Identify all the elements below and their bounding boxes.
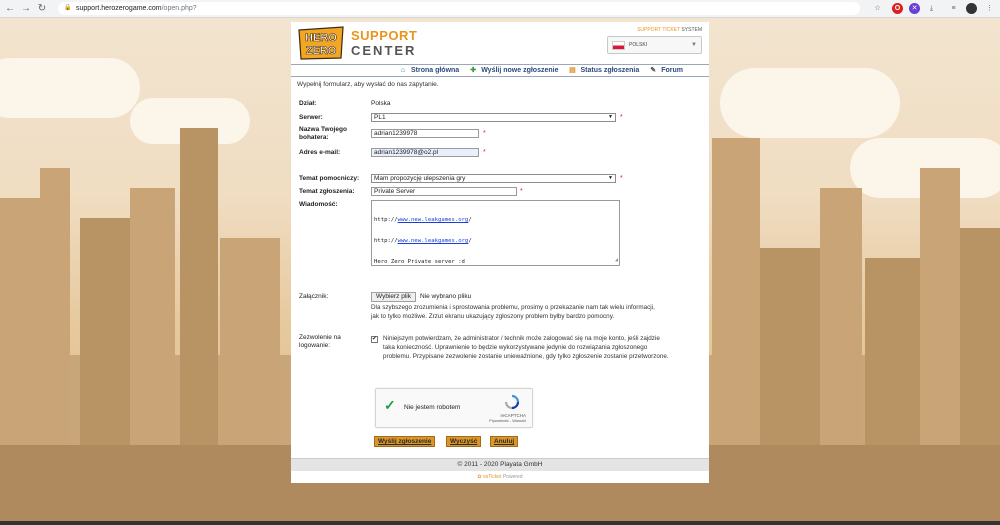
- taskbar-strip: [0, 521, 1000, 525]
- message-label: Wiadomość:: [299, 201, 338, 208]
- nav-new-ticket[interactable]: ✚ Wyślij nowe zgłoszenie: [469, 67, 558, 75]
- attachment-help-text: Dla szybszego zrozumienia i sprostowania…: [371, 304, 655, 320]
- language-label: POLSKI: [629, 42, 648, 48]
- form-intro-text: Wypełnij formularz, aby wysłać do nas za…: [297, 81, 439, 88]
- chevron-down-icon: ▼: [691, 42, 697, 48]
- required-mark: *: [620, 114, 623, 121]
- recaptcha-logo-icon: [504, 394, 520, 410]
- support-page: HERO ZERO SUPPORT CENTER SUPPORT TICKET …: [291, 22, 709, 483]
- nav-home[interactable]: ⌂ Strona główna: [399, 67, 459, 75]
- reading-list-icon[interactable]: ≡: [948, 3, 959, 14]
- department-value: Polska: [371, 100, 391, 107]
- forum-icon: ✎: [650, 66, 657, 74]
- required-mark: *: [520, 188, 523, 195]
- recaptcha-links[interactable]: Prywatność - Warunki: [489, 419, 526, 423]
- browser-toolbar: ← → ↻ 🔒 support.herozerogame.com/open.ph…: [0, 0, 1000, 18]
- subject-input[interactable]: Private Server: [371, 187, 517, 196]
- submit-ticket-button[interactable]: Wyślij zgłoszenie: [374, 436, 436, 447]
- message-line: http://www.new.leakgames.org/: [374, 238, 472, 244]
- help-topic-label: Temat pomocniczy:: [299, 175, 360, 182]
- reload-icon[interactable]: ↻: [36, 3, 48, 15]
- address-bar[interactable]: 🔒 support.herozerogame.com/open.php?: [58, 2, 860, 15]
- page-footer: © 2011 - 2020 Playata GmbH: [291, 458, 709, 471]
- nav-forum-label: Forum: [661, 67, 683, 74]
- recaptcha-widget[interactable]: ✓ Nie jestem robotem reCAPTCHA Prywatnoś…: [375, 388, 533, 428]
- poland-flag-icon: [612, 40, 625, 50]
- ticket-status-icon: ▤: [569, 66, 576, 74]
- email-input[interactable]: adrian1239978@o2.pl: [371, 148, 479, 157]
- svg-text:HERO: HERO: [305, 32, 337, 44]
- powered-by-osticket[interactable]: ✿ osTicket Powered: [291, 471, 709, 483]
- hero-name-input[interactable]: adrian1239978: [371, 129, 479, 138]
- choose-file-button[interactable]: Wybierz plik: [371, 292, 416, 302]
- support-heading: SUPPORT: [351, 28, 418, 43]
- help-topic-select-value: Mam propozycję ulepszenia gry: [374, 175, 466, 182]
- download-icon[interactable]: ⤓: [926, 3, 937, 14]
- recaptcha-brand: reCAPTCHA: [500, 413, 526, 418]
- star-icon[interactable]: ☆: [872, 3, 883, 14]
- server-select-value: PL1: [374, 114, 386, 121]
- menu-icon[interactable]: ⋮: [984, 3, 995, 14]
- new-ticket-icon: ✚: [470, 66, 477, 74]
- server-label: Serwer:: [299, 114, 323, 121]
- ticket-system-label: SUPPORT TICKET SYSTEM: [637, 27, 702, 33]
- help-topic-select[interactable]: Mam propozycję ulepszenia gry ▼: [371, 174, 616, 183]
- resize-handle-icon[interactable]: ◢: [615, 257, 618, 264]
- required-mark: *: [483, 130, 486, 137]
- permission-label: Zezwolenie na logowanie:: [299, 334, 341, 349]
- message-line: http://www.new.leakgames.org/: [374, 217, 472, 223]
- extension-icon[interactable]: ✕: [909, 3, 920, 14]
- center-heading: CENTER: [351, 43, 417, 58]
- attachment-label: Załącznik:: [299, 293, 329, 300]
- recaptcha-label: Nie jestem robotem: [404, 404, 461, 411]
- department-label: Dział:: [299, 100, 317, 107]
- lock-icon: 🔒: [64, 5, 72, 11]
- nav-forum[interactable]: ✎ Forum: [649, 67, 683, 75]
- file-chosen-text: Nie wybrano pliku: [420, 293, 472, 300]
- page-header: HERO ZERO SUPPORT CENTER SUPPORT TICKET …: [291, 22, 709, 64]
- opera-extension-icon[interactable]: O: [892, 3, 903, 14]
- server-select[interactable]: PL1 ▼: [371, 113, 616, 122]
- nav-new-ticket-label: Wyślij nowe zgłoszenie: [481, 67, 559, 74]
- url-text: support.herozerogame.com/open.php?: [76, 5, 197, 12]
- main-nav: ⌂ Strona główna ✚ Wyślij nowe zgłoszenie…: [291, 64, 709, 77]
- svg-text:ZERO: ZERO: [306, 45, 337, 57]
- hero-name-label: Nazwa Twojego bohatera:: [299, 126, 347, 141]
- message-textarea[interactable]: http://www.new.leakgames.org/ http://www…: [371, 200, 620, 266]
- nav-home-label: Strona główna: [410, 67, 460, 74]
- nav-status-label: Status zgłoszenia: [580, 67, 640, 74]
- message-line: Hero Zero Private server :d: [374, 259, 465, 265]
- email-label: Adres e-mail:: [299, 149, 341, 156]
- back-arrow-icon[interactable]: ←: [4, 3, 16, 15]
- permission-text: Niniejszym potwierdzam, że administrator…: [383, 335, 669, 360]
- forward-arrow-icon[interactable]: →: [20, 3, 32, 15]
- required-mark: *: [483, 149, 486, 156]
- language-select[interactable]: POLSKI ▼: [607, 36, 702, 54]
- nav-status[interactable]: ▤ Status zgłoszenia: [568, 67, 639, 75]
- chevron-down-icon: ▼: [608, 175, 613, 181]
- checkmark-icon[interactable]: ✓: [384, 398, 399, 413]
- subject-label: Temat zgłoszenia:: [299, 188, 355, 195]
- home-icon: ⌂: [400, 66, 406, 74]
- reset-button[interactable]: Wyczyść: [446, 436, 482, 447]
- cancel-button[interactable]: Anuluj: [490, 436, 519, 447]
- avatar[interactable]: [966, 3, 977, 14]
- chevron-down-icon: ▼: [608, 114, 613, 120]
- required-mark: *: [620, 175, 623, 182]
- hero-zero-logo[interactable]: HERO ZERO: [297, 26, 345, 60]
- permission-checkbox[interactable]: ✔: [371, 336, 378, 343]
